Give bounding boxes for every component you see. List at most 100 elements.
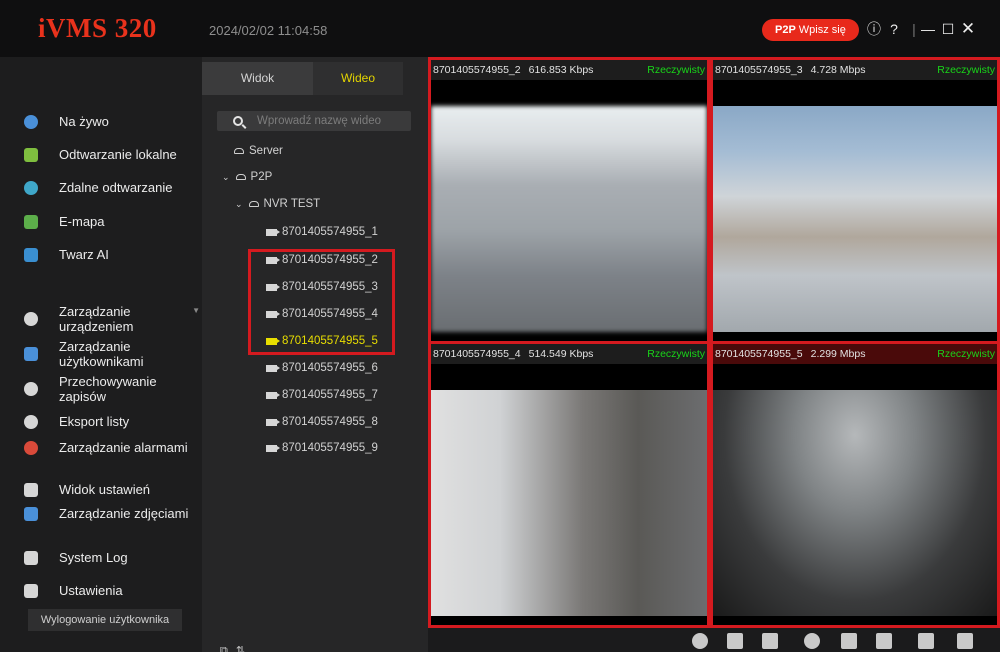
camera-icon: [266, 418, 280, 426]
snapshot-icon[interactable]: [804, 633, 820, 649]
sidebar-item-label: Widok ustawień: [59, 482, 151, 497]
sidebar-item-alarm-management[interactable]: Zarządzanie alarmami: [24, 440, 200, 455]
tree-channel-3[interactable]: 8701405574955_3: [266, 281, 378, 293]
video-pane-4[interactable]: 8701405574955_5 2.299 Mbps Rzeczywisty: [710, 341, 1000, 628]
tree-channel-7[interactable]: 8701405574955_7: [266, 389, 378, 401]
help-icon[interactable]: ?: [884, 18, 904, 40]
tab-video[interactable]: Wideo: [313, 62, 403, 95]
local-playback-icon: [24, 147, 38, 162]
sidebar-item-storage[interactable]: Przechowywanie zapisów: [24, 374, 200, 404]
video-pane-3[interactable]: 8701405574955_4 514.549 Kbps Rzeczywisty: [428, 341, 710, 628]
sidebar-item-label: Zarządzanie użytkownikami: [59, 339, 144, 369]
emap-icon: [24, 214, 38, 229]
live-view-icon: [24, 114, 38, 129]
sidebar-item-system-log[interactable]: System Log: [24, 550, 200, 565]
ptz-icon[interactable]: [918, 633, 934, 649]
sidebar: Na żywo Odtwarzanie lokalne Zdalne odtwa…: [0, 57, 202, 652]
tab-view[interactable]: Widok: [202, 62, 313, 95]
channel-label: 8701405574955_7: [282, 389, 378, 401]
sidebar-item-label: Odtwarzanie lokalne: [59, 147, 177, 162]
sidebar-item-layout-settings[interactable]: Widok ustawień: [24, 482, 200, 497]
chevron-down-icon: ⌄: [222, 171, 230, 182]
tree-channel-4[interactable]: 8701405574955_4: [266, 308, 378, 320]
sidebar-item-user-management[interactable]: Zarządzanie użytkownikami: [24, 339, 200, 369]
video-pane-header: 8701405574955_2 616.853 Kbps Rzeczywisty: [431, 60, 707, 80]
tree-node-nvr[interactable]: ⌄ NVR TEST: [235, 198, 320, 210]
record-icon[interactable]: [692, 633, 708, 649]
sidebar-item-picture-management[interactable]: Zarządzanie zdjęciami: [24, 506, 200, 521]
sidebar-item-export-list[interactable]: Eksport listy: [24, 414, 200, 429]
sidebar-item-label: Zarządzanie alarmami: [59, 440, 188, 455]
fullscreen-icon[interactable]: [957, 633, 973, 649]
pause-icon[interactable]: [841, 633, 857, 649]
tree-channel-5[interactable]: 8701405574955_5: [266, 335, 378, 347]
camera-icon: [266, 256, 280, 264]
sidebar-item-label: Przechowywanie zapisów: [59, 374, 157, 404]
video-frame: [713, 390, 997, 616]
channel-label: 8701405574955_5: [282, 335, 378, 347]
maximize-icon[interactable]: ☐: [938, 18, 958, 40]
live-status: Rzeczywisty: [647, 64, 705, 76]
panel-footer-icons[interactable]: ⧉⇅: [220, 644, 253, 652]
picture-management-icon: [24, 506, 38, 521]
app-logo: iVMS 320: [38, 13, 157, 43]
channel-label: 8701405574955_1: [282, 226, 378, 238]
video-grid: 8701405574955_2 616.853 Kbps Rzeczywisty 8…: [428, 57, 1000, 628]
camera-icon: [266, 310, 280, 318]
sidebar-item-live[interactable]: Na żywo: [24, 114, 200, 129]
tree-channel-8[interactable]: 8701405574955_8: [266, 416, 378, 428]
sidebar-item-settings[interactable]: Ustawienia: [24, 583, 200, 598]
close-icon[interactable]: ✕: [958, 18, 978, 40]
tree-node-server[interactable]: Server: [234, 145, 283, 157]
video-pane-header: 8701405574955_3 4.728 Mbps Rzeczywisty: [713, 60, 997, 80]
tree-node-label: P2P: [250, 171, 273, 183]
camera-icon: [266, 444, 280, 452]
sidebar-item-label: Zarządzanie urządzeniem: [59, 304, 134, 334]
sidebar-item-emap[interactable]: E-mapa: [24, 214, 200, 229]
video-pane-header: 8701405574955_5 2.299 Mbps Rzeczywisty: [713, 344, 997, 364]
minimize-icon[interactable]: —: [918, 18, 938, 40]
server-icon: [234, 148, 244, 154]
play-icon[interactable]: [876, 633, 892, 649]
pane-bitrate: 4.728 Mbps: [810, 64, 866, 76]
tree-channel-1[interactable]: 8701405574955_1: [266, 226, 378, 238]
login-label: Wpisz się: [798, 24, 846, 36]
sidebar-item-face-ai[interactable]: Twarz AI: [24, 247, 200, 262]
layout-settings-icon: [24, 482, 38, 497]
layout-grid-icon[interactable]: [762, 633, 778, 649]
video-pane-1[interactable]: 8701405574955_2 616.853 Kbps Rzeczywisty: [428, 57, 710, 344]
pane-channel: 8701405574955_4: [433, 348, 521, 360]
p2p-login-button[interactable]: P2P Wpisz się: [762, 19, 859, 41]
tree-node-label: Server: [249, 145, 283, 157]
info-icon[interactable]: ⓘ: [864, 18, 884, 40]
search-input[interactable]: Wprowadź nazwę wideo: [217, 111, 411, 131]
camera-icon: [266, 364, 280, 372]
search-placeholder: Wprowadź nazwę wideo: [257, 115, 382, 127]
user-management-icon: [24, 347, 38, 361]
channel-label: 8701405574955_6: [282, 362, 378, 374]
chevron-down-icon: ⌄: [235, 198, 243, 209]
device-panel: Widok Wideo Wprowadź nazwę wideo Server …: [202, 57, 428, 652]
sidebar-item-local-playback[interactable]: Odtwarzanie lokalne: [24, 147, 200, 162]
tree-channel-9[interactable]: 8701405574955_9: [266, 442, 378, 454]
face-ai-icon: [24, 247, 38, 262]
video-pane-header: 8701405574955_4 514.549 Kbps Rzeczywisty: [431, 344, 707, 364]
live-status: Rzeczywisty: [937, 348, 995, 360]
sidebar-item-label: E-mapa: [59, 214, 105, 229]
channel-label: 8701405574955_8: [282, 416, 378, 428]
layout-single-icon[interactable]: [727, 633, 743, 649]
video-frame: [431, 106, 707, 332]
server-icon: [248, 201, 259, 207]
tree-channel-2[interactable]: 8701405574955_2: [266, 254, 378, 266]
sidebar-item-device-management[interactable]: Zarządzanie urządzeniem ▼: [24, 304, 200, 334]
logout-button[interactable]: Wylogowanie użytkownika: [28, 609, 182, 631]
remote-playback-icon: [24, 180, 38, 195]
video-pane-2[interactable]: 8701405574955_3 4.728 Mbps Rzeczywisty: [710, 57, 1000, 344]
title-bar: iVMS 320 2024/02/02 11:04:58 P2P Wpisz si…: [0, 0, 1000, 57]
sidebar-item-remote-playback[interactable]: Zdalne odtwarzanie: [24, 180, 200, 195]
live-status: Rzeczywisty: [647, 348, 705, 360]
sidebar-item-label: Zdalne odtwarzanie: [59, 180, 173, 195]
tree-node-p2p[interactable]: ⌄ P2P: [222, 171, 272, 183]
tree-channel-6[interactable]: 8701405574955_6: [266, 362, 378, 374]
camera-icon: [266, 228, 280, 236]
